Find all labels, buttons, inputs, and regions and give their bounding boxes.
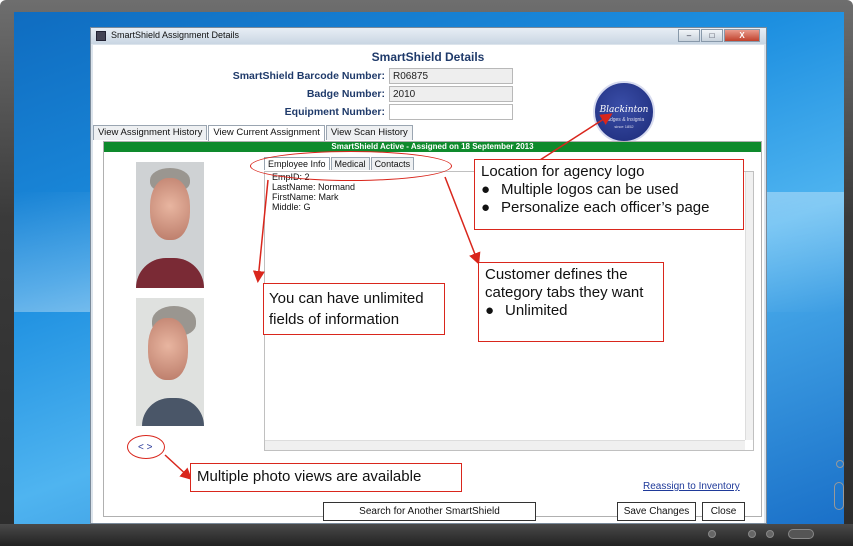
annotation-logo-bullet-2: ● Personalize each officer’s page bbox=[481, 199, 710, 216]
annotation-tabs-line-2: category tabs they want bbox=[485, 284, 644, 301]
annotation-photos-note: Multiple photo views are available bbox=[190, 463, 462, 492]
arrow-to-logo bbox=[539, 113, 613, 161]
annotation-fields-note: You can have unlimited fields of informa… bbox=[263, 283, 445, 335]
annotation-fields-line-2: fields of information bbox=[269, 311, 400, 328]
bullet-icon: ● bbox=[485, 302, 495, 319]
arrow-to-photos-note bbox=[164, 454, 193, 481]
bullet-icon: ● bbox=[481, 181, 491, 198]
annotation-tabs-bullet: ● Unlimited bbox=[485, 302, 568, 319]
annotation-tabs-line-1: Customer defines the bbox=[485, 266, 628, 283]
annotation-logo-title: Location for agency logo bbox=[481, 163, 645, 180]
annotation-photos-text: Multiple photo views are available bbox=[197, 468, 422, 485]
arrow-to-fields-note bbox=[252, 179, 269, 283]
annotation-tabs-note: Customer defines the category tabs they … bbox=[478, 262, 664, 342]
annotation-logo-note: Location for agency logo ● Multiple logos… bbox=[474, 159, 744, 230]
bullet-icon: ● bbox=[481, 199, 491, 216]
annotation-fields-line-1: You can have unlimited bbox=[269, 290, 424, 307]
annotation-logo-bullet-1: ● Multiple logos can be used bbox=[481, 181, 679, 198]
